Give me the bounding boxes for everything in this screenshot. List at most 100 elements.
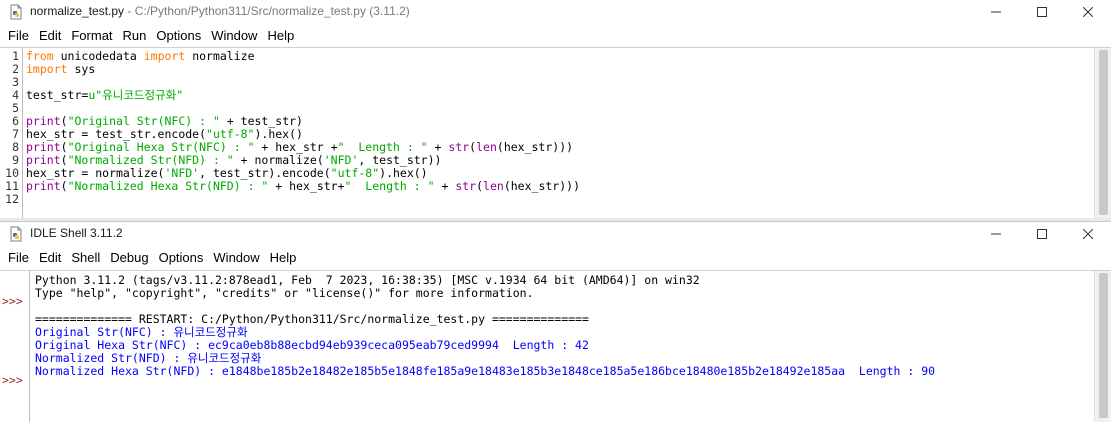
shell-close-button[interactable] bbox=[1065, 222, 1111, 246]
code-line: print("Normalized Hexa Str(NFD) : " + he… bbox=[26, 180, 580, 193]
code-token: str bbox=[448, 140, 470, 154]
menu-run[interactable]: Run bbox=[118, 24, 152, 47]
shell-menu-window[interactable]: Window bbox=[208, 246, 264, 269]
code-token: "Normalized Hexa Str(NFD) : " bbox=[67, 179, 269, 193]
editor-title-sep: - bbox=[124, 4, 135, 18]
code-token: len bbox=[476, 140, 497, 154]
shell-maximize-button[interactable] bbox=[1019, 222, 1065, 246]
code-token: ( bbox=[476, 179, 484, 193]
editor-title: normalize_test.py - C:/Python/Python311/… bbox=[30, 4, 410, 18]
shell-titlebar[interactable]: IDLE Shell 3.11.2 bbox=[0, 222, 1111, 246]
shell-minimize-button[interactable] bbox=[973, 222, 1019, 246]
code-token: + bbox=[427, 140, 449, 154]
editor-scroll-thumb[interactable] bbox=[1099, 50, 1108, 215]
code-token: 'NFD' bbox=[323, 153, 359, 167]
code-token: + test_str) bbox=[219, 114, 303, 128]
code-token: ( bbox=[60, 114, 68, 128]
code-token: str bbox=[455, 179, 477, 193]
code-token: len bbox=[483, 179, 504, 193]
code-token: sys bbox=[67, 62, 96, 76]
minimize-icon bbox=[991, 11, 1001, 13]
shell-output-line: Normalized Hexa Str(NFD) : e1848be185b2e… bbox=[35, 364, 936, 378]
code-token: print bbox=[26, 140, 61, 154]
code-token: print bbox=[26, 153, 61, 167]
code-token: "Normalized Str(NFD) : " bbox=[67, 153, 234, 167]
editor-titlebar[interactable]: normalize_test.py - C:/Python/Python311/… bbox=[0, 0, 1111, 24]
code-line: test_str=u"유니코드정규화" bbox=[26, 89, 183, 102]
shell-window: IDLE Shell 3.11.2 File Edit Shell Debug … bbox=[0, 221, 1111, 422]
shell-menu-file[interactable]: File bbox=[3, 246, 34, 269]
code-token: + hex_str + bbox=[254, 140, 338, 154]
menu-format[interactable]: Format bbox=[66, 24, 117, 47]
editor-title-path: C:/Python/Python311/Src/normalize_test.p… bbox=[134, 4, 410, 18]
code-line: import sys bbox=[26, 63, 95, 76]
close-icon bbox=[1083, 229, 1093, 239]
shell-scrollbar[interactable] bbox=[1094, 271, 1111, 422]
code-token: from bbox=[26, 49, 54, 63]
shell-menu-help[interactable]: Help bbox=[265, 246, 302, 269]
code-token: "utf-8" bbox=[330, 166, 380, 180]
code-token: " Length : " bbox=[337, 140, 428, 154]
python-file-icon bbox=[10, 4, 22, 20]
maximize-icon bbox=[1037, 229, 1047, 239]
code-area[interactable]: 1 2 3 4 5 6 7 8 9 10 11 12 from unicodedata import … bbox=[0, 47, 1111, 218]
prompt-gutter: >>> >>> bbox=[0, 271, 30, 422]
code-token: ).hex() bbox=[379, 166, 428, 180]
code-token: test_str= bbox=[26, 88, 89, 102]
code-token: ( bbox=[60, 140, 68, 154]
shell-menu-debug[interactable]: Debug bbox=[105, 246, 153, 269]
code-token: ( bbox=[60, 153, 68, 167]
menu-help[interactable]: Help bbox=[262, 24, 299, 47]
shell-scroll-thumb[interactable] bbox=[1099, 273, 1108, 418]
shell-output-line: Type "help", "copyright", "credits" or "… bbox=[35, 286, 534, 300]
editor-title-file: normalize_test.py bbox=[30, 4, 125, 18]
shell-title: IDLE Shell 3.11.2 bbox=[30, 226, 123, 240]
code-token: " Length : " bbox=[344, 179, 435, 193]
code-token: print bbox=[26, 114, 61, 128]
menu-window[interactable]: Window bbox=[206, 24, 262, 47]
close-icon bbox=[1083, 7, 1093, 17]
line-number-gutter: 1 2 3 4 5 6 7 8 9 10 11 12 bbox=[0, 48, 23, 218]
code-token: ).hex() bbox=[254, 127, 303, 141]
menu-edit[interactable]: Edit bbox=[34, 24, 66, 47]
shell-menubar: File Edit Shell Debug Options Window Hel… bbox=[0, 246, 1111, 269]
shell-menu-shell[interactable]: Shell bbox=[66, 246, 105, 269]
code-text[interactable]: from unicodedata import normalize import … bbox=[26, 48, 1093, 218]
code-token: "Original Hexa Str(NFC) : " bbox=[67, 140, 255, 154]
shell-menu-edit[interactable]: Edit bbox=[34, 246, 66, 269]
minimize-icon bbox=[991, 233, 1001, 235]
code-token: + normalize( bbox=[233, 153, 324, 167]
code-token: hex_str = test_str.encode( bbox=[26, 127, 207, 141]
code-token: (hex_str))) bbox=[496, 140, 574, 154]
shell-output-area[interactable]: >>> >>> Python 3.11.2 (tags/v3.11.2:878e… bbox=[0, 270, 1111, 422]
code-token: (hex_str))) bbox=[503, 179, 580, 193]
code-token: , test_str)) bbox=[358, 153, 442, 167]
minimize-button[interactable] bbox=[973, 0, 1019, 24]
code-token: print bbox=[26, 179, 61, 193]
shell-prompt: >>> bbox=[2, 373, 23, 387]
line-number: 12 bbox=[5, 192, 19, 206]
maximize-button[interactable] bbox=[1019, 0, 1065, 24]
editor-scrollbar[interactable] bbox=[1094, 48, 1111, 218]
code-token: "Original Str(NFC) : " bbox=[67, 114, 220, 128]
code-token: hex_str = normalize( bbox=[26, 166, 165, 180]
code-token: "utf-8" bbox=[206, 127, 255, 141]
code-token: 'NFD' bbox=[164, 166, 200, 180]
shell-output-text[interactable]: Python 3.11.2 (tags/v3.11.2:878ead1, Feb… bbox=[35, 271, 1093, 422]
code-token: u"유니코드정규화" bbox=[88, 88, 184, 102]
python-idle-icon bbox=[10, 226, 22, 242]
code-token: + bbox=[434, 179, 456, 193]
code-token: import bbox=[26, 62, 68, 76]
code-token: unicodedata bbox=[53, 49, 144, 63]
editor-window: normalize_test.py - C:/Python/Python311/… bbox=[0, 0, 1111, 218]
code-token: import bbox=[143, 49, 186, 63]
code-token: normalize bbox=[185, 49, 255, 63]
code-token: , test_str).encode( bbox=[199, 166, 331, 180]
code-token: + hex_str+ bbox=[268, 179, 345, 193]
menu-file[interactable]: File bbox=[3, 24, 34, 47]
shell-menu-options[interactable]: Options bbox=[154, 246, 209, 269]
code-token: ( bbox=[60, 179, 68, 193]
shell-prompt: >>> bbox=[2, 294, 23, 308]
close-button[interactable] bbox=[1065, 0, 1111, 24]
menu-options[interactable]: Options bbox=[151, 24, 206, 47]
